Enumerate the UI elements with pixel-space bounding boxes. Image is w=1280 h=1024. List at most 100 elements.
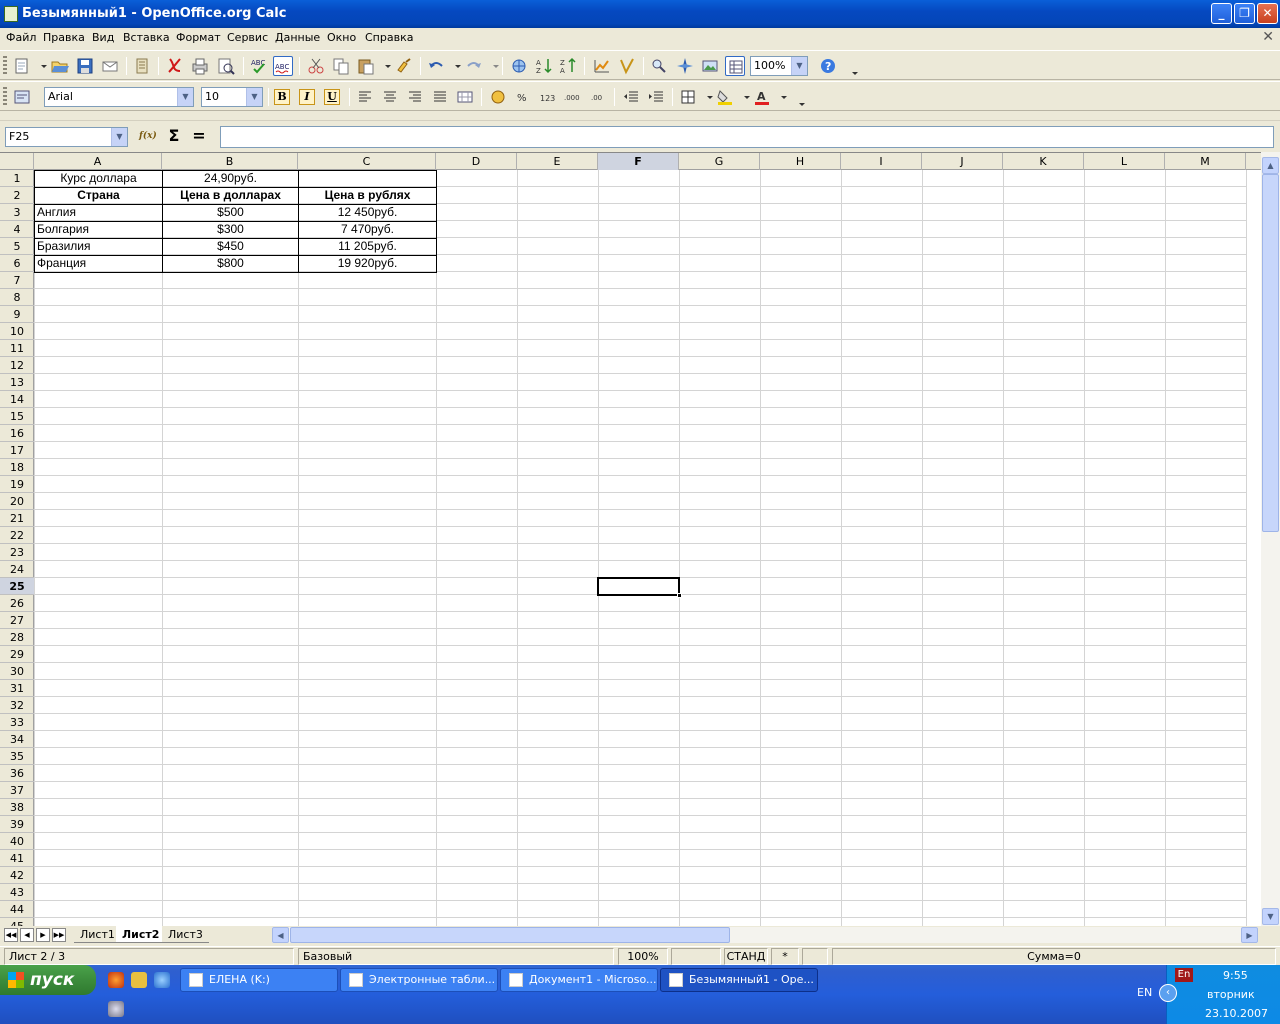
italic-button[interactable]: I — [299, 89, 315, 105]
fill-handle[interactable] — [677, 593, 682, 598]
row-header-39[interactable]: 39 — [0, 816, 34, 833]
row-header-6[interactable]: 6 — [0, 255, 34, 272]
taskbar-task-3[interactable]: Документ1 - Microso... — [500, 968, 658, 992]
column-header-g[interactable]: G — [679, 153, 760, 170]
email-document-icon[interactable] — [100, 56, 120, 76]
row-header-42[interactable]: 42 — [0, 867, 34, 884]
autospellcheck-icon[interactable]: ABC — [273, 56, 293, 76]
sheet-tab-3[interactable]: Лист3 — [162, 926, 209, 943]
row-header-25[interactable]: 25 — [0, 578, 34, 595]
font-color-dropdown-icon[interactable] — [774, 87, 787, 107]
vertical-scrollbar[interactable]: ▲ ▼ — [1261, 152, 1280, 926]
row-header-1[interactable]: 1 — [0, 170, 34, 187]
clock-time[interactable]: 9:55 — [1223, 969, 1248, 982]
row-header-30[interactable]: 30 — [0, 663, 34, 680]
language-label[interactable]: EN — [1137, 986, 1152, 999]
menu-window[interactable]: Окно — [327, 31, 356, 44]
row-header-15[interactable]: 15 — [0, 408, 34, 425]
edit-file-icon[interactable] — [132, 56, 152, 76]
status-sum[interactable]: Сумма=0 — [832, 948, 1276, 965]
row-header-7[interactable]: 7 — [0, 272, 34, 289]
paste-dropdown-icon[interactable] — [378, 56, 391, 76]
cell-a1[interactable]: Курс доллара — [35, 170, 162, 187]
add-decimal-icon[interactable]: .000 — [563, 87, 583, 107]
cell-a5[interactable]: Бразилия — [35, 238, 162, 255]
row-header-32[interactable]: 32 — [0, 697, 34, 714]
align-center-icon[interactable] — [380, 87, 400, 107]
row-header-10[interactable]: 10 — [0, 323, 34, 340]
cell-b4[interactable]: $300 — [163, 221, 298, 238]
cell-c5[interactable]: 11 205руб. — [299, 238, 436, 255]
minimize-button[interactable]: _ — [1211, 3, 1232, 24]
cell-b5[interactable]: $450 — [163, 238, 298, 255]
row-header-16[interactable]: 16 — [0, 425, 34, 442]
percent-format-icon[interactable]: % — [513, 87, 533, 107]
taskbar-task-4[interactable]: Безымянный1 - Ope... — [660, 968, 818, 992]
column-header-b[interactable]: B — [162, 153, 298, 170]
row-header-29[interactable]: 29 — [0, 646, 34, 663]
redo-icon[interactable] — [464, 56, 484, 76]
data-sources-icon[interactable] — [725, 56, 745, 76]
row-header-24[interactable]: 24 — [0, 561, 34, 578]
standard-format-icon[interactable]: 123 — [538, 87, 558, 107]
paste-icon[interactable] — [356, 56, 376, 76]
menu-edit[interactable]: Правка — [43, 31, 85, 44]
toolbar-overflow-icon[interactable] — [845, 56, 858, 76]
menu-tools[interactable]: Сервис — [227, 31, 268, 44]
align-right-icon[interactable] — [405, 87, 425, 107]
row-header-17[interactable]: 17 — [0, 442, 34, 459]
row-header-5[interactable]: 5 — [0, 238, 34, 255]
font-name-select[interactable]: Arial ▼ — [44, 87, 194, 107]
cell-c4[interactable]: 7 470руб. — [299, 221, 436, 238]
increase-indent-icon[interactable] — [646, 87, 666, 107]
save-icon[interactable] — [75, 56, 95, 76]
quicklaunch-small-icon[interactable] — [108, 1001, 124, 1017]
row-header-41[interactable]: 41 — [0, 850, 34, 867]
new-dropdown-icon[interactable] — [34, 56, 47, 76]
row-header-11[interactable]: 11 — [0, 340, 34, 357]
select-all-corner[interactable] — [0, 153, 34, 170]
column-header-e[interactable]: E — [517, 153, 598, 170]
background-color-icon[interactable] — [715, 87, 735, 107]
sort-ascending-icon[interactable]: AZ — [534, 56, 554, 76]
status-page-style[interactable]: Базовый — [298, 948, 614, 965]
internet-explorer-icon[interactable] — [154, 972, 170, 988]
horizontal-scrollbar[interactable]: ◀ ▶ — [272, 927, 1258, 943]
function-button[interactable]: = — [189, 126, 209, 146]
status-mode[interactable]: СТАНД — [724, 948, 768, 965]
column-header-l[interactable]: L — [1084, 153, 1165, 170]
cell-a6[interactable]: Франция — [35, 255, 162, 272]
print-icon[interactable] — [190, 56, 210, 76]
menu-view[interactable]: Вид — [92, 31, 114, 44]
formula-input[interactable] — [220, 126, 1274, 148]
cell-a4[interactable]: Болгария — [35, 221, 162, 238]
row-header-28[interactable]: 28 — [0, 629, 34, 646]
row-header-4[interactable]: 4 — [0, 221, 34, 238]
scroll-left-icon[interactable]: ◀ — [272, 927, 289, 943]
cell-c6[interactable]: 19 920руб. — [299, 255, 436, 272]
row-header-2[interactable]: 2 — [0, 187, 34, 204]
sum-button[interactable]: Σ — [164, 126, 184, 146]
find-replace-icon[interactable] — [649, 56, 669, 76]
previous-sheet-icon[interactable]: ◀ — [20, 928, 34, 942]
delete-decimal-icon[interactable]: .00 — [588, 87, 608, 107]
menu-help[interactable]: Справка — [365, 31, 413, 44]
close-button[interactable]: ✕ — [1257, 3, 1278, 24]
row-header-23[interactable]: 23 — [0, 544, 34, 561]
bold-button[interactable]: B — [274, 89, 290, 105]
row-header-13[interactable]: 13 — [0, 374, 34, 391]
status-zoom[interactable]: 100% — [618, 948, 668, 965]
justify-icon[interactable] — [430, 87, 450, 107]
gallery-icon[interactable] — [700, 56, 720, 76]
borders-dropdown-icon[interactable] — [700, 87, 713, 107]
sheet-tab-1[interactable]: Лист1 — [74, 926, 121, 943]
cell-b1[interactable]: 24,90руб. — [163, 170, 298, 187]
opera-icon[interactable] — [108, 972, 124, 988]
column-header-a[interactable]: A — [34, 153, 162, 170]
open-icon[interactable] — [50, 56, 70, 76]
row-header-40[interactable]: 40 — [0, 833, 34, 850]
export-pdf-icon[interactable] — [165, 56, 185, 76]
row-header-43[interactable]: 43 — [0, 884, 34, 901]
tray-expand-icon[interactable]: ‹ — [1159, 984, 1177, 1002]
column-header-m[interactable]: M — [1165, 153, 1246, 170]
